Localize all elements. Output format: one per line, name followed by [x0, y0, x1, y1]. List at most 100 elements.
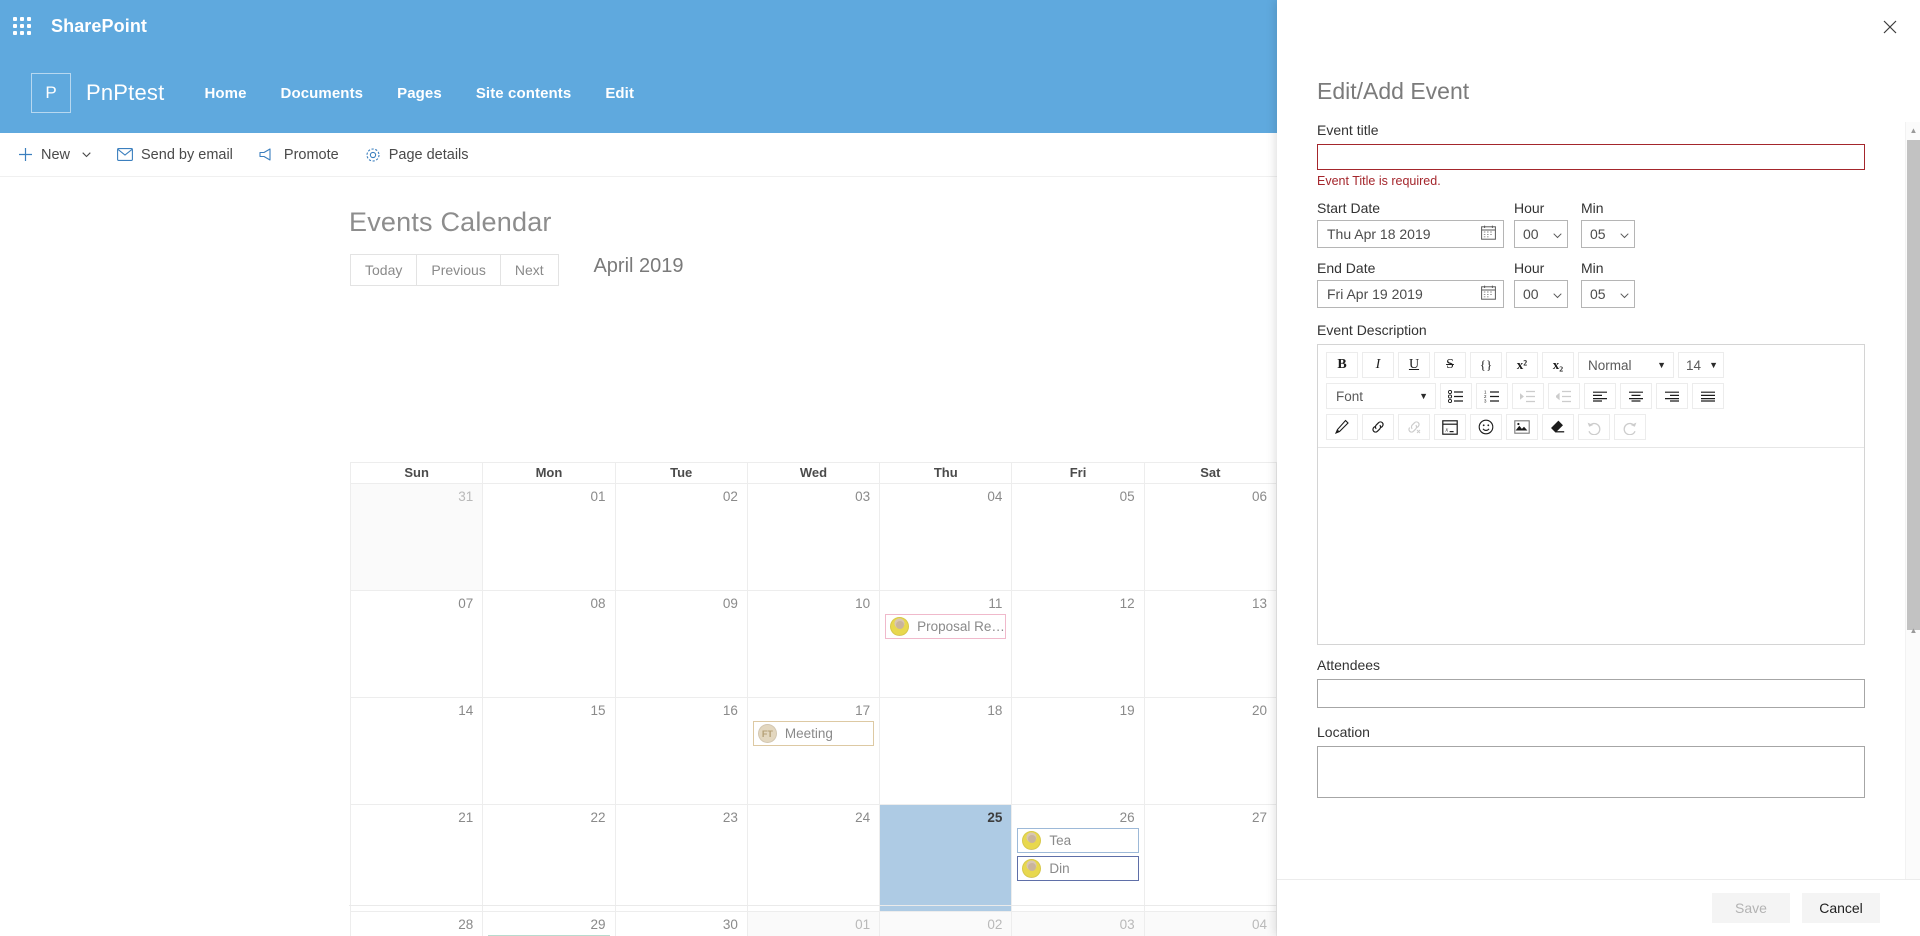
new-button[interactable]: New — [18, 147, 91, 163]
calendar-day-cell[interactable]: 15 — [482, 697, 616, 805]
location-input[interactable] — [1317, 746, 1865, 798]
calendar-day-cell[interactable]: 04 — [1143, 911, 1277, 936]
event-title-input[interactable] — [1317, 144, 1865, 170]
calendar-event[interactable]: Din — [1017, 856, 1139, 881]
bullet-list-icon[interactable] — [1440, 383, 1472, 409]
app-launcher-icon[interactable] — [13, 16, 33, 37]
calendar-day-cell[interactable]: 01 — [482, 483, 616, 591]
nav-item-home[interactable]: Home — [204, 85, 246, 102]
calendar-day-cell[interactable]: 23 — [614, 804, 748, 912]
calendar-day-cell[interactable]: 09 — [614, 590, 748, 698]
calendar-day-cell[interactable]: 29Meeting New P... — [482, 911, 616, 936]
align-left-icon[interactable] — [1584, 383, 1616, 409]
calendar-day-cell[interactable]: 21 — [349, 804, 484, 912]
calendar-day-cell[interactable]: 19 — [1011, 697, 1145, 805]
calendar-day-cell[interactable]: 12 — [1011, 590, 1145, 698]
nav-item-site-contents[interactable]: Site contents — [476, 85, 571, 102]
font-size-select[interactable]: 14 ▼ — [1678, 352, 1724, 378]
calendar-day-cell[interactable]: 22 — [482, 804, 616, 912]
calendar-icon[interactable] — [1481, 285, 1496, 303]
calendar-day-cell[interactable]: 08 — [482, 590, 616, 698]
calendar-day-cell[interactable]: 04 — [879, 483, 1013, 591]
attendees-input[interactable] — [1317, 679, 1865, 708]
font-family-select[interactable]: Font ▼ — [1326, 383, 1436, 409]
calendar-day-cell[interactable]: 06 — [1143, 483, 1277, 591]
calendar-day-cell[interactable]: 25 — [879, 804, 1013, 912]
calendar-day-cell[interactable]: 16 — [614, 697, 748, 805]
calendar-day-cell[interactable]: 24 — [746, 804, 881, 912]
scroll-up-icon[interactable]: ▲ — [1906, 122, 1920, 139]
calendar-day-cell[interactable]: 13 — [1143, 590, 1277, 698]
start-date-input[interactable]: Thu Apr 18 2019 — [1317, 220, 1504, 248]
calendar-day-cell[interactable]: 02 — [879, 911, 1013, 936]
pen-color-icon[interactable] — [1326, 414, 1358, 440]
outdent-icon[interactable] — [1548, 383, 1580, 409]
align-center-icon[interactable] — [1620, 383, 1652, 409]
calendar-day-cell[interactable]: 20 — [1143, 697, 1277, 805]
nav-item-documents[interactable]: Documents — [281, 85, 364, 102]
calendar-day-cell[interactable]: 18 — [879, 697, 1013, 805]
cancel-button[interactable]: Cancel — [1802, 893, 1880, 923]
code-block-icon[interactable]: {} — [1470, 352, 1502, 378]
start-min-select[interactable]: 05 — [1581, 220, 1635, 248]
calendar-day-cell[interactable]: 11 Proposal Review — [879, 590, 1013, 698]
site-name[interactable]: PnPtest — [86, 80, 164, 106]
text-style-select[interactable]: Normal ▼ — [1578, 352, 1674, 378]
link-icon[interactable] — [1362, 414, 1394, 440]
promote-button[interactable]: Promote — [259, 147, 339, 163]
undo-icon[interactable] — [1578, 414, 1610, 440]
panel-scrollbar[interactable]: ▲ ▲ — [1905, 122, 1920, 879]
calendar-day-cell[interactable]: 10 — [746, 590, 881, 698]
calendar-day-cell[interactable]: 03 — [1011, 911, 1145, 936]
calendar-day-cell[interactable]: 27 — [1143, 804, 1277, 912]
calendar-day-cell[interactable]: 30 — [614, 911, 748, 936]
start-hour-select[interactable]: 00 — [1514, 220, 1568, 248]
panel-scrollbar-thumb[interactable] — [1907, 140, 1920, 630]
send-by-email-button[interactable]: Send by email — [117, 147, 233, 163]
subscript-icon[interactable]: x₂ — [1542, 352, 1574, 378]
calendar-icon[interactable] — [1481, 225, 1496, 243]
superscript-icon[interactable]: x² — [1506, 352, 1538, 378]
end-min-select[interactable]: 05 — [1581, 280, 1635, 308]
align-right-icon[interactable] — [1656, 383, 1688, 409]
redo-icon[interactable] — [1614, 414, 1646, 440]
end-hour-select[interactable]: 00 — [1514, 280, 1568, 308]
italic-icon[interactable]: I — [1362, 352, 1394, 378]
strikethrough-icon[interactable]: S — [1434, 352, 1466, 378]
previous-button[interactable]: Previous — [416, 254, 500, 286]
emoji-icon[interactable] — [1470, 414, 1502, 440]
event-description-input[interactable] — [1318, 448, 1864, 644]
bold-icon[interactable]: B — [1326, 352, 1358, 378]
calendar-day-cell[interactable]: 07 — [349, 590, 484, 698]
calendar-day-cell[interactable]: 14 — [349, 697, 484, 805]
indent-icon[interactable] — [1512, 383, 1544, 409]
page-details-button[interactable]: Page details — [365, 147, 469, 163]
save-button[interactable]: Save — [1712, 893, 1790, 923]
nav-item-edit[interactable]: Edit — [605, 85, 634, 102]
calendar-event[interactable]: Tea — [1017, 828, 1139, 853]
calendar-event[interactable]: FT Meeting — [752, 721, 875, 746]
clear-format-icon[interactable] — [1542, 414, 1574, 440]
calendar-day-cell[interactable]: 28 — [349, 911, 484, 936]
calendar-day-cell[interactable]: 02 — [614, 483, 748, 591]
numbered-list-icon[interactable]: 123 — [1476, 383, 1508, 409]
underline-icon[interactable]: U — [1398, 352, 1430, 378]
today-button[interactable]: Today — [350, 254, 417, 286]
align-justify-icon[interactable] — [1692, 383, 1724, 409]
calendar-day-cell[interactable]: 17 FT Meeting — [746, 697, 881, 805]
formula-icon[interactable]: x — [1434, 414, 1466, 440]
calendar-day-cell[interactable]: 31 — [349, 483, 484, 591]
calendar-day-cell[interactable]: 05 — [1011, 483, 1145, 591]
scroll-down-icon[interactable]: ▲ — [1906, 622, 1920, 639]
next-button[interactable]: Next — [499, 254, 559, 286]
image-icon[interactable] — [1506, 414, 1538, 440]
unlink-icon[interactable] — [1398, 414, 1430, 440]
nav-item-pages[interactable]: Pages — [397, 85, 442, 102]
suite-title[interactable]: SharePoint — [51, 16, 147, 37]
calendar-day-cell[interactable]: 01 — [746, 911, 881, 936]
end-date-input[interactable]: Fri Apr 19 2019 — [1317, 280, 1504, 308]
calendar-event[interactable]: Proposal Review — [885, 614, 1007, 639]
calendar-day-cell[interactable]: 03 — [746, 483, 881, 591]
close-icon[interactable] — [1874, 11, 1906, 43]
calendar-day-cell[interactable]: 26 Tea Din — [1011, 804, 1145, 912]
